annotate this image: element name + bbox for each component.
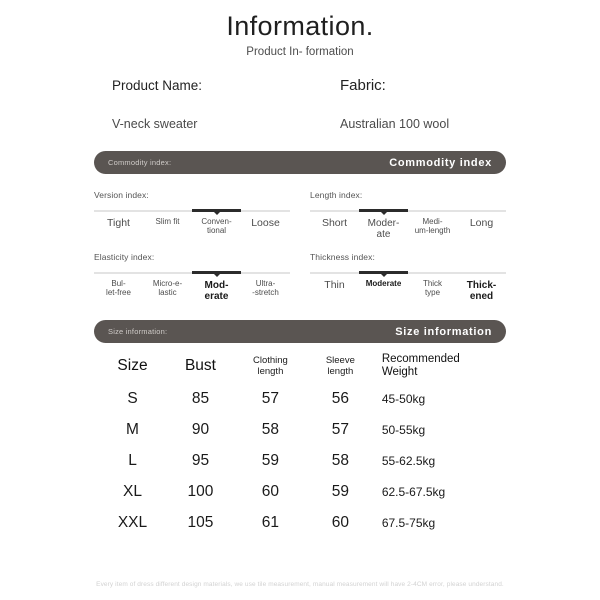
- cell-bust: 105: [187, 513, 214, 531]
- scale-label[interactable]: Loose: [241, 218, 290, 236]
- table-row: L 95 59 58 55-62.5kg: [100, 445, 500, 476]
- table-row: M 90 58 57 50-55kg: [100, 414, 500, 445]
- product-name-value: V-neck sweater: [112, 117, 198, 132]
- commodity-banner-right-label: Commodity index: [389, 156, 492, 169]
- scale-title-length: Length index:: [310, 190, 363, 201]
- fabric-value: Australian 100 wool: [340, 117, 450, 132]
- cell-recommended-weight: 50-55kg: [381, 422, 426, 437]
- cell-bust: 90: [191, 420, 210, 438]
- commodity-index-banner: Commodity index: Commodity index: [94, 151, 506, 175]
- cell-sleeve-length: 60: [331, 513, 349, 531]
- cell-recommended-weight: 55-62.5kg: [381, 453, 436, 468]
- column-header-recommended-weight: Recommended Weight: [381, 352, 460, 379]
- footer-disclaimer: Every item of dress different design mat…: [96, 581, 504, 588]
- fabric-label: Fabric:: [340, 77, 386, 95]
- table-row: XXL 105 61 60 67.5-75kg: [100, 507, 500, 538]
- scale-labels-thickness: Thin Moderate Thick type Thick- ened: [310, 279, 506, 302]
- column-header-bust: Bust: [184, 357, 216, 375]
- cell-size: M: [126, 420, 139, 438]
- scale-title-elasticity: Elasticity index:: [94, 252, 155, 263]
- scale-labels-elasticity: Bul- let-free Micro-e- lastic Mod- erate…: [94, 279, 290, 302]
- product-name-value-cell: V-neck sweater: [112, 115, 340, 133]
- table-header-row: Size Bust Clothing length Sleeve length …: [100, 349, 500, 383]
- scale-length-index: Length index: Short Moder- ate Medi- um-…: [310, 190, 506, 240]
- column-header-size: Size: [117, 357, 148, 375]
- scale-label[interactable]: Ultra- -stretch: [241, 279, 290, 302]
- product-name-label: Product Name:: [112, 78, 203, 94]
- cell-sleeve-length: 58: [331, 451, 349, 469]
- scale-label[interactable]: Thick type: [408, 279, 457, 302]
- scale-label-selected[interactable]: Moderate: [359, 279, 408, 302]
- scale-label-selected[interactable]: Mod- erate: [192, 280, 241, 302]
- scale-label[interactable]: Thin: [310, 279, 359, 302]
- cell-sleeve-length: 59: [331, 482, 349, 500]
- cell-size: S: [127, 389, 138, 407]
- scale-elasticity-index: Elasticity index: Bul- let-free Micro-e-…: [94, 252, 290, 302]
- scale-track-length[interactable]: [310, 207, 506, 216]
- cell-size: XL: [123, 482, 142, 500]
- product-header-values: V-neck sweater Australian 100 wool: [0, 115, 600, 133]
- track-line: [310, 210, 506, 212]
- cell-clothing-length: 60: [261, 482, 280, 500]
- scale-label[interactable]: Medi- um-length: [408, 217, 457, 240]
- scale-track-thickness[interactable]: [310, 269, 506, 278]
- table-row: XL 100 60 59 62.5-67.5kg: [100, 476, 500, 507]
- track-marker-icon: [380, 274, 387, 278]
- scale-label[interactable]: Thick- ened: [457, 280, 506, 302]
- scale-label[interactable]: Long: [457, 217, 506, 240]
- scale-labels-version: Tight Slim fit Conven- tional Loose: [94, 217, 290, 236]
- scale-label[interactable]: Bul- let-free: [94, 279, 143, 302]
- product-header-labels: Product Name: Fabric:: [0, 77, 600, 95]
- table-row: S 85 57 56 45-50kg: [100, 383, 500, 414]
- scale-label-selected[interactable]: Conven- tional: [192, 217, 241, 236]
- scale-track-version[interactable]: [94, 207, 290, 216]
- page-title: Information.: [226, 11, 374, 41]
- product-name-label-cell: Product Name:: [112, 77, 340, 95]
- cell-size: L: [128, 451, 137, 469]
- cell-sleeve-length: 57: [331, 420, 349, 438]
- track-line: [310, 272, 506, 274]
- cell-recommended-weight: 67.5-75kg: [381, 515, 436, 530]
- column-header-clothing-length: Clothing length: [252, 355, 288, 378]
- title-block: Information. Product In- formation: [0, 0, 600, 59]
- track-marker-icon: [213, 274, 220, 278]
- track-marker-icon: [213, 212, 220, 216]
- scale-label[interactable]: Slim fit: [143, 217, 192, 236]
- index-scales: Version index: Tight Slim fit Conven- ti…: [94, 190, 506, 314]
- cell-recommended-weight: 62.5-67.5kg: [381, 484, 446, 499]
- cell-bust: 100: [187, 482, 214, 500]
- scale-labels-length: Short Moder- ate Medi- um-length Long: [310, 217, 506, 240]
- scale-version-index: Version index: Tight Slim fit Conven- ti…: [94, 190, 290, 240]
- commodity-banner-left-label: Commodity index:: [108, 158, 172, 168]
- cell-bust: 95: [191, 451, 210, 469]
- product-information-page: Information. Product In- formation Produ…: [0, 0, 600, 600]
- page-subtitle: Product In- formation: [246, 45, 354, 58]
- fabric-label-cell: Fabric:: [340, 77, 386, 95]
- column-header-sleeve-length: Sleeve length: [325, 355, 355, 378]
- scale-label[interactable]: Short: [310, 217, 359, 240]
- size-table: Size Bust Clothing length Sleeve length …: [100, 349, 500, 538]
- fabric-value-cell: Australian 100 wool: [340, 115, 449, 133]
- cell-sleeve-length: 56: [331, 389, 349, 407]
- cell-bust: 85: [191, 389, 210, 407]
- cell-clothing-length: 61: [261, 513, 280, 531]
- cell-recommended-weight: 45-50kg: [381, 391, 426, 406]
- scale-title-version: Version index:: [94, 190, 149, 201]
- scale-label[interactable]: Tight: [94, 218, 143, 236]
- scale-thickness-index: Thickness index: Thin Moderate Thick typ…: [310, 252, 506, 302]
- cell-clothing-length: 58: [261, 420, 280, 438]
- scale-title-thickness: Thickness index:: [310, 252, 375, 263]
- scale-label[interactable]: Micro-e- lastic: [143, 279, 192, 302]
- size-information-banner: Size information: Size information: [94, 320, 506, 344]
- cell-clothing-length: 57: [261, 389, 280, 407]
- size-banner-right-label: Size information: [395, 325, 492, 338]
- cell-size: XXL: [117, 513, 148, 531]
- scale-label-selected[interactable]: Moder- ate: [359, 218, 408, 240]
- track-marker-icon: [380, 212, 387, 216]
- size-banner-left-label: Size information:: [108, 327, 168, 337]
- cell-clothing-length: 59: [261, 451, 280, 469]
- scale-track-elasticity[interactable]: [94, 269, 290, 278]
